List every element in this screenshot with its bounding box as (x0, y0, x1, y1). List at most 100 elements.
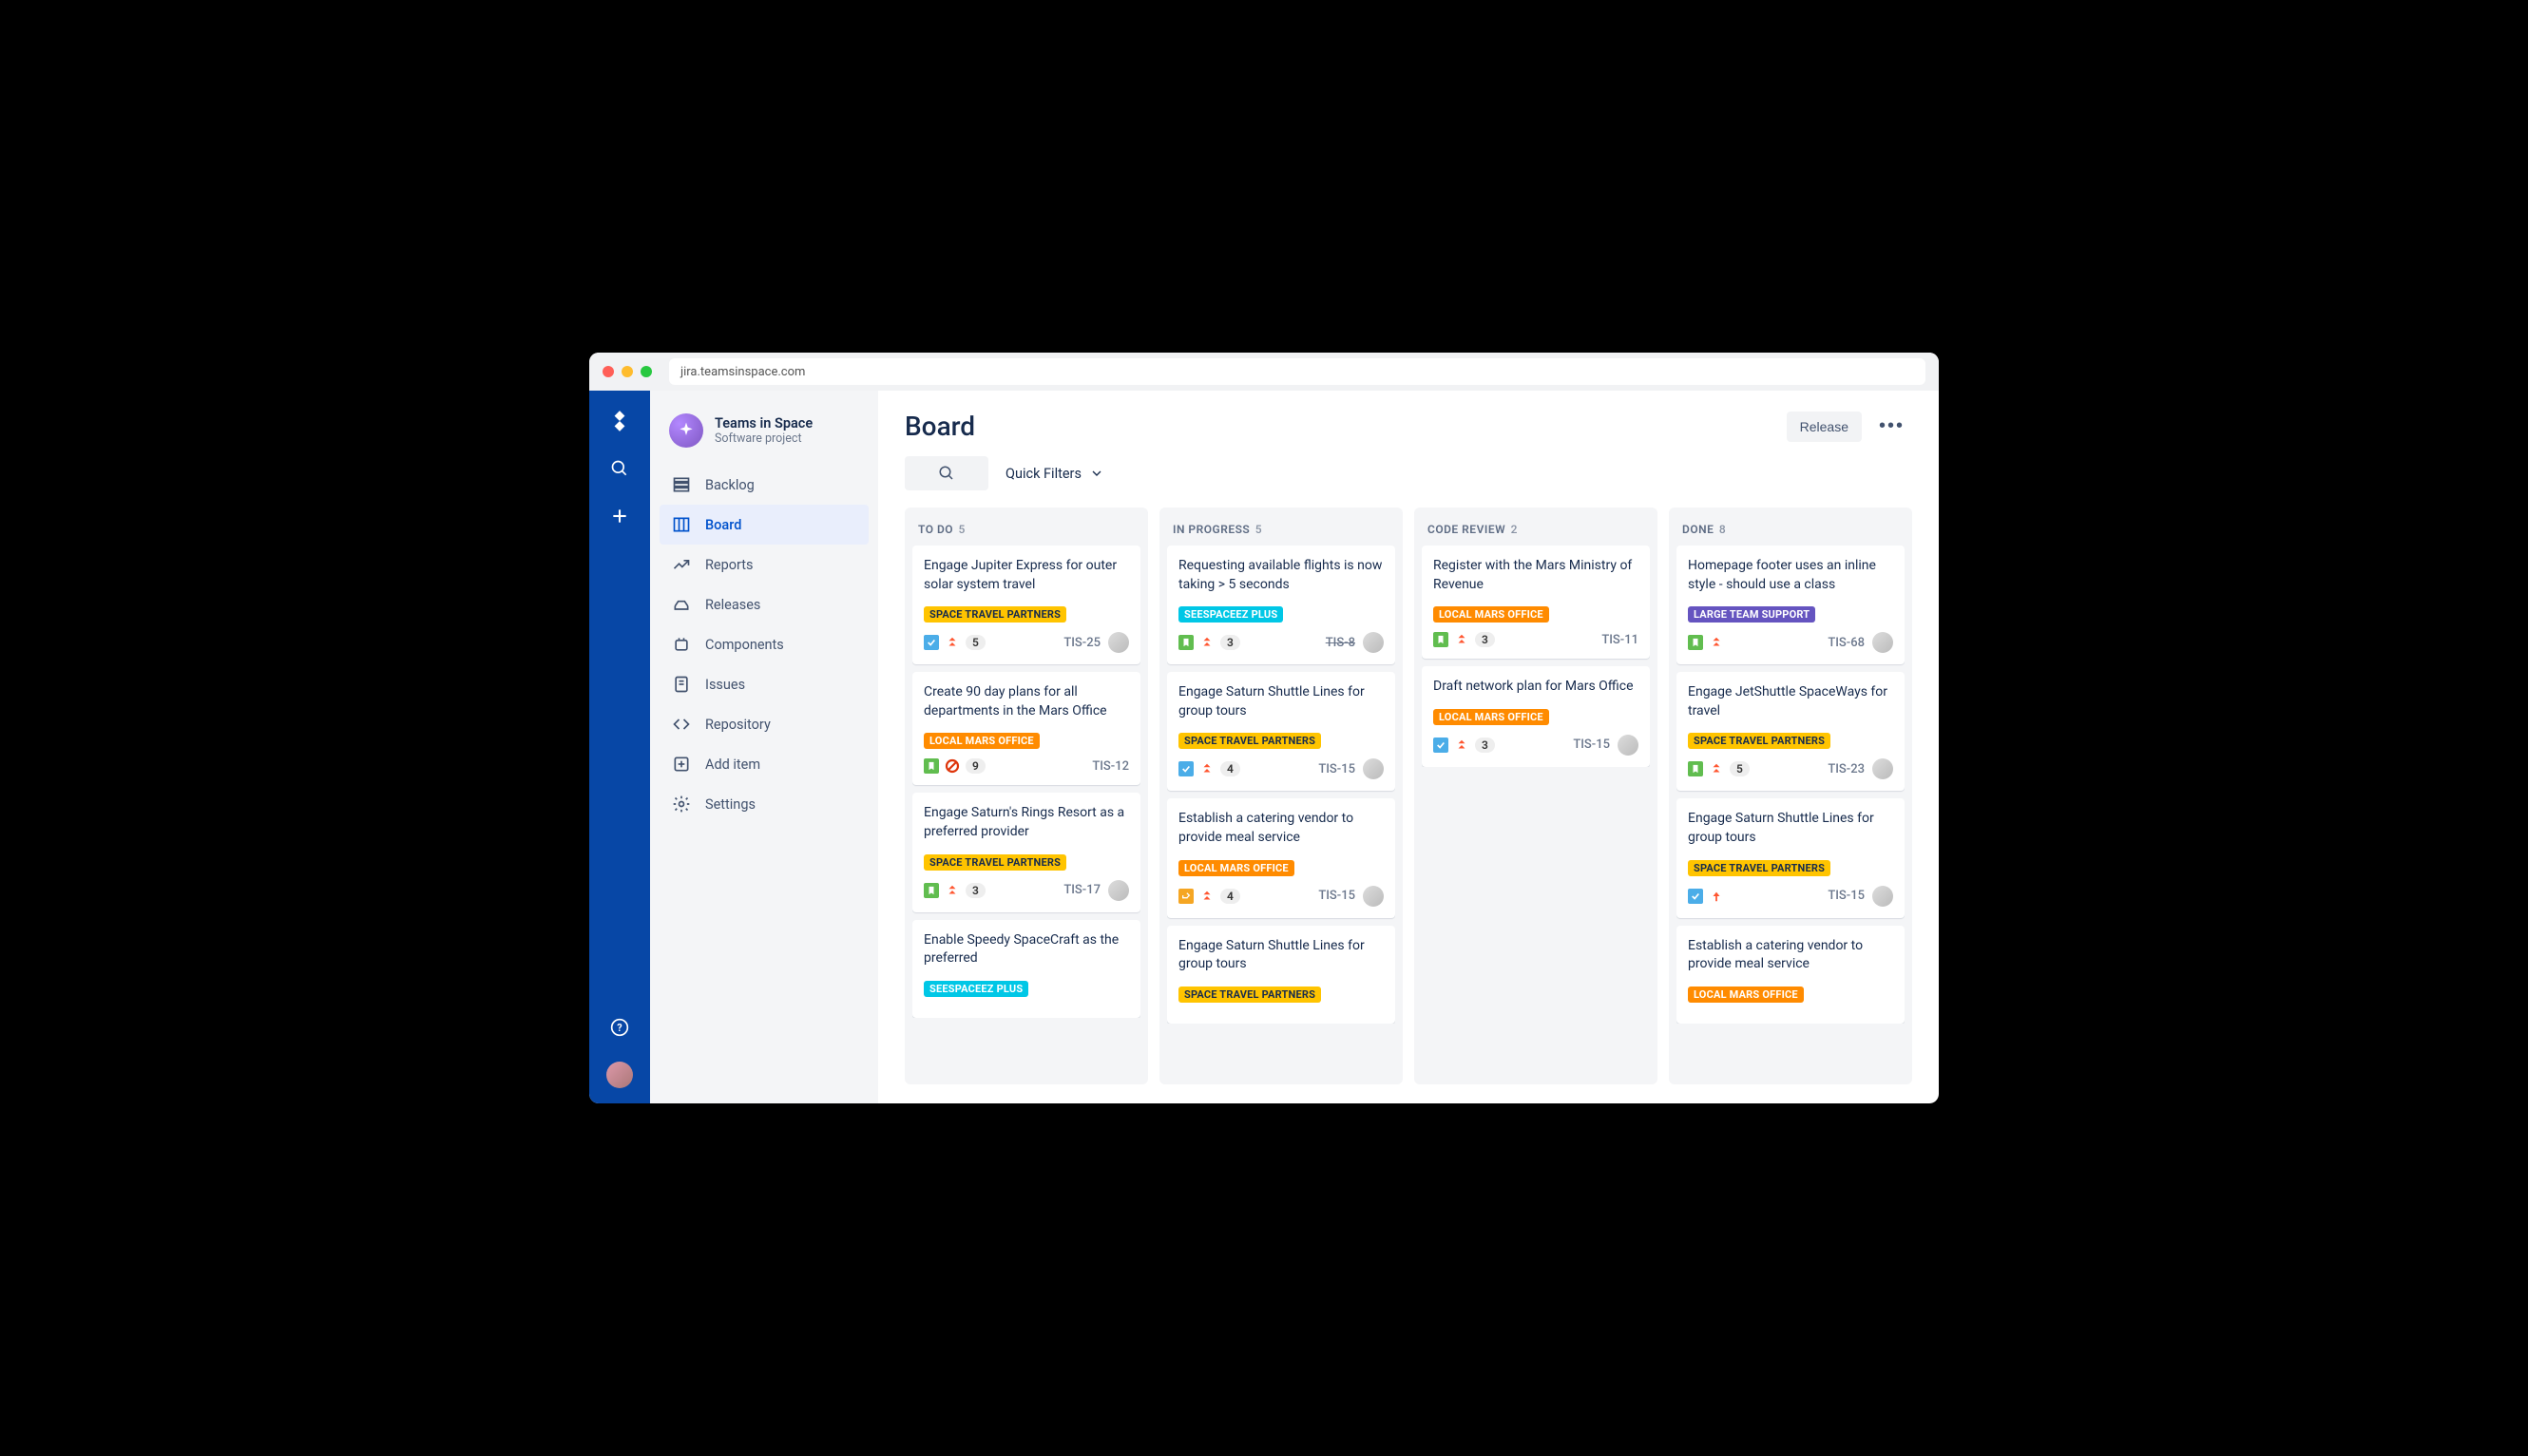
sidebar-label: Backlog (705, 477, 755, 493)
card-meta-left: 3 (924, 883, 986, 898)
board-column: TO DO 5 Engage Jupiter Express for outer… (905, 508, 1148, 1084)
column-cards: Register with the Mars Ministry of Reven… (1422, 546, 1650, 767)
issue-card[interactable]: Requesting available flights is now taki… (1167, 546, 1395, 664)
release-button[interactable]: Release (1787, 412, 1862, 442)
sidebar-item-components[interactable]: Components (660, 624, 869, 664)
card-label: LOCAL MARS OFFICE (1433, 709, 1549, 725)
card-label: SPACE TRAVEL PARTNERS (1178, 987, 1321, 1003)
issue-card[interactable]: Register with the Mars Ministry of Reven… (1422, 546, 1650, 659)
sidebar-item-backlog[interactable]: Backlog (660, 465, 869, 505)
card-title: Register with the Mars Ministry of Reven… (1433, 557, 1638, 594)
story-points-badge: 3 (1475, 632, 1495, 647)
column-header: CODE REVIEW 2 (1422, 517, 1650, 546)
search-icon[interactable] (606, 455, 633, 482)
help-icon[interactable]: ? (606, 1014, 633, 1041)
issue-card[interactable]: Enable Speedy SpaceCraft as the preferre… (912, 920, 1140, 1018)
issue-key: TIS-15 (1318, 762, 1355, 776)
sidebar-item-add[interactable]: Add item (660, 744, 869, 784)
issue-card[interactable]: Engage Jupiter Express for outer solar s… (912, 546, 1140, 664)
card-title: Engage Saturn Shuttle Lines for group to… (1178, 683, 1384, 720)
issue-card[interactable]: Create 90 day plans for all departments … (912, 672, 1140, 785)
issue-card[interactable]: Draft network plan for Mars Office LOCAL… (1422, 666, 1650, 767)
browser-chrome: jira.teamsinspace.com (589, 353, 1939, 391)
issue-card[interactable]: Engage Saturn Shuttle Lines for group to… (1167, 926, 1395, 1024)
column-header: TO DO 5 (912, 517, 1140, 546)
column-count: 5 (1255, 523, 1262, 536)
card-footer: 4 TIS-15 (1178, 886, 1384, 907)
card-title: Create 90 day plans for all departments … (924, 683, 1129, 720)
sidebar-item-settings[interactable]: Settings (660, 784, 869, 824)
main-header: Board Release ••• (905, 410, 1912, 443)
assignee-avatar[interactable] (1363, 632, 1384, 653)
issue-card[interactable]: Engage Saturn Shuttle Lines for group to… (1167, 672, 1395, 791)
issue-card[interactable]: Homepage footer uses an inline style - s… (1676, 546, 1905, 664)
card-label: SEESPACEEZ PLUS (1178, 606, 1283, 623)
task-type-icon (1688, 889, 1703, 904)
sidebar-label: Board (705, 517, 741, 533)
priority-high-icon (945, 883, 960, 898)
card-title: Enable Speedy SpaceCraft as the preferre… (924, 931, 1129, 968)
task-type-icon (924, 635, 939, 650)
assignee-avatar[interactable] (1872, 632, 1893, 653)
assignee-avatar[interactable] (1872, 758, 1893, 779)
minimize-window-icon[interactable] (622, 366, 633, 377)
priority-high-icon (1709, 761, 1724, 776)
card-label: LOCAL MARS OFFICE (924, 733, 1040, 749)
column-cards: Homepage footer uses an inline style - s… (1676, 546, 1905, 1024)
sidebar-item-issues[interactable]: Issues (660, 664, 869, 704)
sidebar-item-reports[interactable]: Reports (660, 545, 869, 584)
board-icon (671, 514, 692, 535)
task-type-icon (1433, 738, 1448, 753)
card-meta-left (1688, 635, 1724, 650)
sidebar-item-releases[interactable]: Releases (660, 584, 869, 624)
card-meta-right: TIS-15 (1828, 886, 1893, 907)
close-window-icon[interactable] (603, 366, 614, 377)
url-bar[interactable]: jira.teamsinspace.com (669, 358, 1925, 385)
project-header[interactable]: Teams in Space Software project (660, 410, 869, 465)
story-type-icon (1433, 632, 1448, 647)
backlog-icon (671, 474, 692, 495)
maximize-window-icon[interactable] (641, 366, 652, 377)
card-label: SPACE TRAVEL PARTNERS (924, 606, 1066, 623)
sidebar-item-board[interactable]: Board (660, 505, 869, 545)
issue-key: TIS-17 (1063, 883, 1101, 897)
issue-key: TIS-23 (1828, 762, 1865, 776)
assignee-avatar[interactable] (1108, 880, 1129, 901)
board-search[interactable] (905, 456, 988, 490)
column-count: 8 (1719, 523, 1726, 536)
project-sidebar: Teams in Space Software project Backlog … (650, 391, 878, 1103)
card-meta-left: 3 (1433, 738, 1495, 753)
issue-card[interactable]: Engage JetShuttle SpaceWays for travel S… (1676, 672, 1905, 791)
story-type-icon (1688, 761, 1703, 776)
sidebar-label: Settings (705, 796, 756, 813)
more-menu-button[interactable]: ••• (1871, 410, 1912, 443)
column-header: IN PROGRESS 5 (1167, 517, 1395, 546)
issue-key: TIS-8 (1326, 636, 1355, 650)
card-meta-left: 5 (1688, 761, 1750, 776)
card-title: Engage Saturn's Rings Resort as a prefer… (924, 804, 1129, 841)
subtask-type-icon (1178, 889, 1194, 904)
quick-filters-dropdown[interactable]: Quick Filters (1005, 466, 1104, 482)
story-points-badge: 3 (966, 883, 986, 898)
card-title: Engage Saturn Shuttle Lines for group to… (1688, 810, 1893, 847)
profile-avatar[interactable] (606, 1062, 633, 1088)
issue-card[interactable]: Establish a catering vendor to provide m… (1167, 798, 1395, 917)
issue-key: TIS-15 (1828, 889, 1865, 903)
issue-card[interactable]: Engage Saturn Shuttle Lines for group to… (1676, 798, 1905, 917)
issue-key: TIS-68 (1828, 636, 1865, 650)
sidebar-item-repository[interactable]: Repository (660, 704, 869, 744)
assignee-avatar[interactable] (1872, 886, 1893, 907)
issue-card[interactable]: Engage Saturn's Rings Resort as a prefer… (912, 793, 1140, 911)
window-controls (603, 366, 652, 377)
assignee-avatar[interactable] (1363, 886, 1384, 907)
header-actions: Release ••• (1787, 410, 1912, 443)
issue-key: TIS-12 (1092, 759, 1129, 774)
jira-logo-icon[interactable] (606, 408, 633, 434)
assignee-avatar[interactable] (1363, 758, 1384, 779)
create-icon[interactable] (606, 503, 633, 529)
card-meta-right: TIS-12 (1092, 759, 1129, 774)
issue-card[interactable]: Establish a catering vendor to provide m… (1676, 926, 1905, 1024)
card-meta-left: 5 (924, 635, 986, 650)
assignee-avatar[interactable] (1108, 632, 1129, 653)
assignee-avatar[interactable] (1618, 735, 1638, 756)
